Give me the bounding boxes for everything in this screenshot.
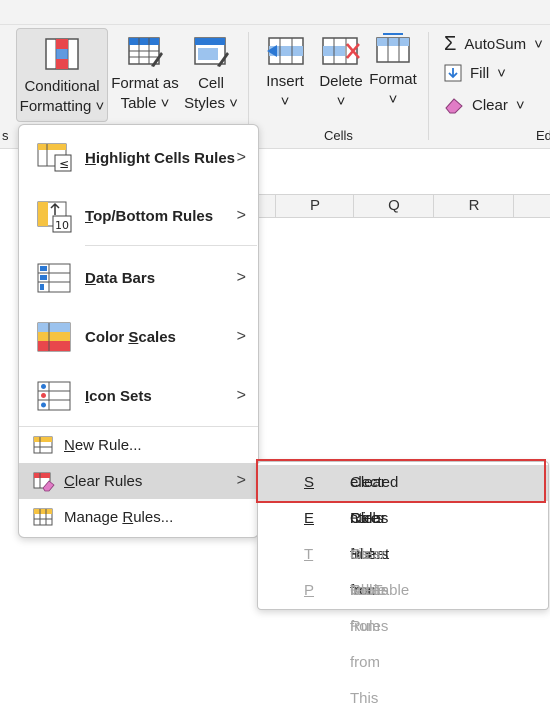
chevron-down-icon: ˅ xyxy=(280,93,290,110)
menu-item-icon-sets[interactable]: Icon Sets > xyxy=(19,367,258,425)
cell-styles-button[interactable]: Cell Styles ˅ xyxy=(182,36,240,114)
chevron-down-icon: ˅ xyxy=(229,95,238,112)
chevron-right-icon: > xyxy=(236,387,246,404)
color-scales-icon xyxy=(37,322,71,352)
submenu-item-label: Clear Rules from Entire Sheet xyxy=(304,510,390,599)
delete-button[interactable]: Delete ˅ xyxy=(314,36,368,112)
menu-item-color-scales[interactable]: Color Scales > xyxy=(19,308,258,366)
menu-item-clear-rules[interactable]: Clear Rules > xyxy=(19,463,258,499)
menu-item-highlight-cells-rules[interactable]: ≤ Highlight Cells Rules > xyxy=(19,129,258,187)
highlight-cells-rules-icon: ≤ xyxy=(37,143,72,172)
submenu-item-clear-entire-sheet[interactable]: Clear Rules from Entire Sheet xyxy=(258,501,548,599)
column-header-q[interactable]: Q xyxy=(353,195,434,217)
chevron-down-icon: ˅ xyxy=(336,93,346,110)
submenu-item-label: Clear Rules from This Table xyxy=(304,546,389,635)
autosum-button[interactable]: Σ AutoSum ˅ xyxy=(444,33,543,56)
cell-styles-icon xyxy=(194,37,229,67)
new-rule-icon xyxy=(33,436,53,454)
column-header-partial[interactable] xyxy=(513,195,550,217)
submenu-item-label: Clear Rules from Selected Cells xyxy=(304,474,399,563)
menu-item-label: Data Bars xyxy=(85,269,156,287)
editing-group-label-partial: Ed xyxy=(536,128,550,143)
menu-item-new-rule[interactable]: New Rule... xyxy=(19,427,258,463)
clear-rules-submenu: Clear Rules from Selected Cells Clear Ru… xyxy=(257,461,549,707)
fill-button[interactable]: Fill ˅ xyxy=(444,64,506,82)
conditional-formatting-label-2: Formatting xyxy=(19,98,92,115)
cell-styles-label-2: Styles xyxy=(184,95,225,112)
format-cells-icon xyxy=(376,33,410,63)
conditional-formatting-icon xyxy=(45,38,79,70)
chevron-right-icon: > xyxy=(236,207,246,224)
clear-rules-icon xyxy=(33,472,55,492)
cells-group-label: Cells xyxy=(324,128,353,143)
cell-styles-label-1: Cell xyxy=(198,75,224,92)
chevron-down-icon: ˅ xyxy=(160,95,170,112)
column-header-row: P Q R xyxy=(255,194,550,218)
fill-down-icon xyxy=(444,64,462,82)
chevron-down-icon: ˅ xyxy=(388,91,398,108)
delete-cells-icon xyxy=(322,37,360,65)
svg-text:10: 10 xyxy=(55,219,69,232)
submenu-item-label: Clear Rules from This PivotTable xyxy=(304,582,410,707)
chevron-down-icon: ˅ xyxy=(497,64,506,82)
chevron-right-icon: > xyxy=(236,269,246,286)
conditional-formatting-button[interactable]: Conditional Formatting ˅ xyxy=(16,28,108,122)
chevron-down-icon: ˅ xyxy=(515,96,525,114)
chevron-right-icon: > xyxy=(236,472,246,489)
format-as-table-label-1: Format as xyxy=(111,75,179,92)
data-bars-icon xyxy=(37,263,71,293)
menu-item-label: Manage Rules... xyxy=(64,508,174,526)
format-as-table-label-2: Table xyxy=(120,95,157,112)
chevron-down-icon: ˅ xyxy=(534,36,543,53)
autosum-label: AutoSum xyxy=(464,36,527,53)
menu-item-label: Color Scales xyxy=(85,328,176,346)
icon-sets-icon xyxy=(37,381,71,411)
manage-rules-icon xyxy=(33,508,53,526)
svg-text:≤: ≤ xyxy=(59,157,69,171)
ribbon-tab-strip xyxy=(0,0,550,25)
sigma-icon: Σ xyxy=(444,33,457,55)
chevron-down-icon: ˅ xyxy=(95,98,105,115)
menu-item-label: Highlight Cells Rules xyxy=(85,149,236,167)
clear-button[interactable]: Clear ˅ xyxy=(444,96,525,114)
menu-separator xyxy=(85,245,257,246)
insert-button[interactable]: Insert ˅ xyxy=(258,36,312,112)
submenu-item-clear-this-table: Clear Rules from This Table xyxy=(258,537,548,635)
top-bottom-rules-icon: 10 xyxy=(37,201,72,233)
insert-label: Insert xyxy=(266,73,304,90)
insert-cells-icon xyxy=(267,37,304,65)
format-label: Format xyxy=(369,71,417,88)
menu-item-label: New Rule... xyxy=(64,436,142,454)
conditional-formatting-label-1: Conditional xyxy=(24,78,100,95)
group-separator xyxy=(428,32,429,140)
styles-group-label-partial: s xyxy=(2,128,9,143)
menu-item-data-bars[interactable]: Data Bars > xyxy=(19,249,258,307)
fill-label: Fill xyxy=(470,64,490,82)
clear-label: Clear xyxy=(472,96,508,114)
menu-item-manage-rules[interactable]: Manage Rules... xyxy=(19,499,258,535)
menu-item-label: Icon Sets xyxy=(85,387,152,405)
format-button[interactable]: Format ˅ xyxy=(366,32,420,110)
format-as-table-icon xyxy=(128,37,163,67)
format-as-table-button[interactable]: Format as Table ˅ xyxy=(110,36,180,114)
chevron-right-icon: > xyxy=(236,149,246,166)
conditional-formatting-menu: ≤ Highlight Cells Rules > 10 Top/Bottom … xyxy=(18,124,259,538)
eraser-icon xyxy=(445,98,463,114)
menu-item-top-bottom-rules[interactable]: 10 Top/Bottom Rules > xyxy=(19,187,258,245)
menu-item-label: Top/Bottom Rules xyxy=(85,207,214,225)
menu-item-label: Clear Rules xyxy=(64,472,143,490)
submenu-item-clear-this-pivottable: Clear Rules from This PivotTable xyxy=(258,573,548,707)
chevron-right-icon: > xyxy=(236,328,246,345)
column-header-r[interactable]: R xyxy=(433,195,514,217)
column-header-p[interactable]: P xyxy=(275,195,354,217)
delete-label: Delete xyxy=(319,73,363,90)
submenu-item-clear-selected-cells[interactable]: Clear Rules from Selected Cells xyxy=(258,465,548,563)
